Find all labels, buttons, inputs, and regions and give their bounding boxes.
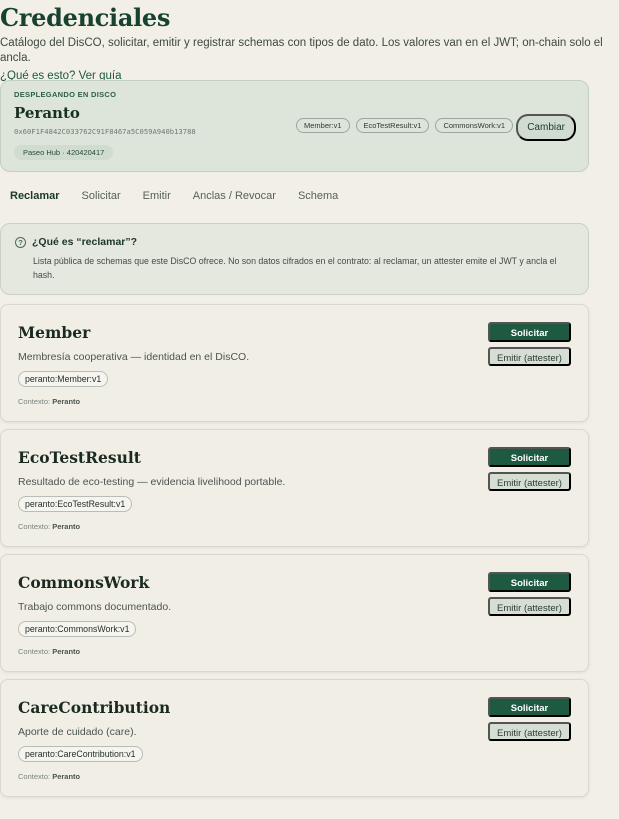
request-button[interactable]: Solicitar [488, 697, 571, 717]
page-subtitle: Catálogo del DisCO, solicitar, emitir y … [0, 37, 603, 64]
context-label: Contexto: [18, 397, 51, 406]
schema-card-carecontribution: CareContribution Aporte de cuidado (care… [0, 679, 589, 797]
schema-id-chip: peranto:Member:v1 [18, 371, 109, 387]
issue-attester-button[interactable]: Emitir (attester) [488, 597, 571, 616]
schema-id-chip: peranto:EcoTestResult:v1 [18, 496, 133, 512]
tab-schema[interactable]: Schema [298, 190, 338, 202]
schema-context: Contexto: Peranto [18, 772, 571, 781]
page-title: Credenciales [0, 3, 171, 32]
info-body: Lista pública de schemas que este DisCO … [33, 256, 557, 280]
schema-chip: EcoTestResult:v1 [355, 118, 430, 133]
context-label: Contexto: [18, 772, 51, 781]
tab-anclas-revocar[interactable]: Anclas / Revocar [193, 190, 276, 202]
schema-context: Contexto: Peranto [18, 397, 571, 406]
request-button[interactable]: Solicitar [488, 447, 571, 467]
info-title-row: ? ¿Qué es “reclamar”? [15, 236, 574, 248]
schema-card-member: Member Membresía cooperativa — identidad… [0, 304, 589, 422]
context-value: Peranto [52, 772, 81, 781]
tab-solicitar[interactable]: Solicitar [82, 190, 121, 202]
request-button[interactable]: Solicitar [488, 572, 571, 592]
deployed-schema-chips: Member:v1 EcoTestResult:v1 CommonsWork:v… [295, 118, 513, 133]
request-button[interactable]: Solicitar [488, 322, 571, 342]
schema-card-commonswork: CommonsWork Trabajo commons documentado.… [0, 554, 589, 672]
schema-context: Contexto: Peranto [18, 522, 571, 531]
question-circle-icon: ? [15, 236, 26, 248]
context-value: Peranto [52, 397, 81, 406]
schema-context: Contexto: Peranto [18, 647, 571, 656]
change-disco-button[interactable]: Cambiar [516, 114, 576, 141]
claim-info-box: ? ¿Qué es “reclamar”? Lista pública de s… [0, 223, 589, 295]
credentials-tabs: Reclamar Solicitar Emitir Anclas / Revoc… [10, 190, 338, 202]
page-header: Credenciales Catálogo del DisCO, solicit… [0, 0, 619, 84]
schema-chip: Member:v1 [295, 118, 350, 133]
deploy-kicker: DESPLEGANDO EN DISCO [14, 90, 117, 99]
network-badge: Paseo Hub · 420420417 [14, 145, 114, 160]
deploy-context-card: DESPLEGANDO EN DISCO Peranto 0x60F1F4842… [0, 80, 589, 172]
context-label: Contexto: [18, 647, 51, 656]
tab-reclamar[interactable]: Reclamar [10, 190, 60, 202]
info-title: ¿Qué es “reclamar”? [32, 236, 138, 248]
schema-id-chip: peranto:CareContribution:v1 [18, 746, 143, 762]
tab-emitir[interactable]: Emitir [143, 190, 171, 202]
issue-attester-button[interactable]: Emitir (attester) [488, 347, 571, 366]
context-label: Contexto: [18, 522, 51, 531]
schema-chip: CommonsWork:v1 [435, 118, 513, 133]
context-value: Peranto [52, 647, 81, 656]
issue-attester-button[interactable]: Emitir (attester) [488, 472, 571, 491]
issue-attester-button[interactable]: Emitir (attester) [488, 722, 571, 741]
context-value: Peranto [52, 522, 81, 531]
schema-id-chip: peranto:CommonsWork:v1 [18, 621, 137, 637]
schema-card-ecotestresult: EcoTestResult Resultado de eco-testing —… [0, 429, 589, 547]
